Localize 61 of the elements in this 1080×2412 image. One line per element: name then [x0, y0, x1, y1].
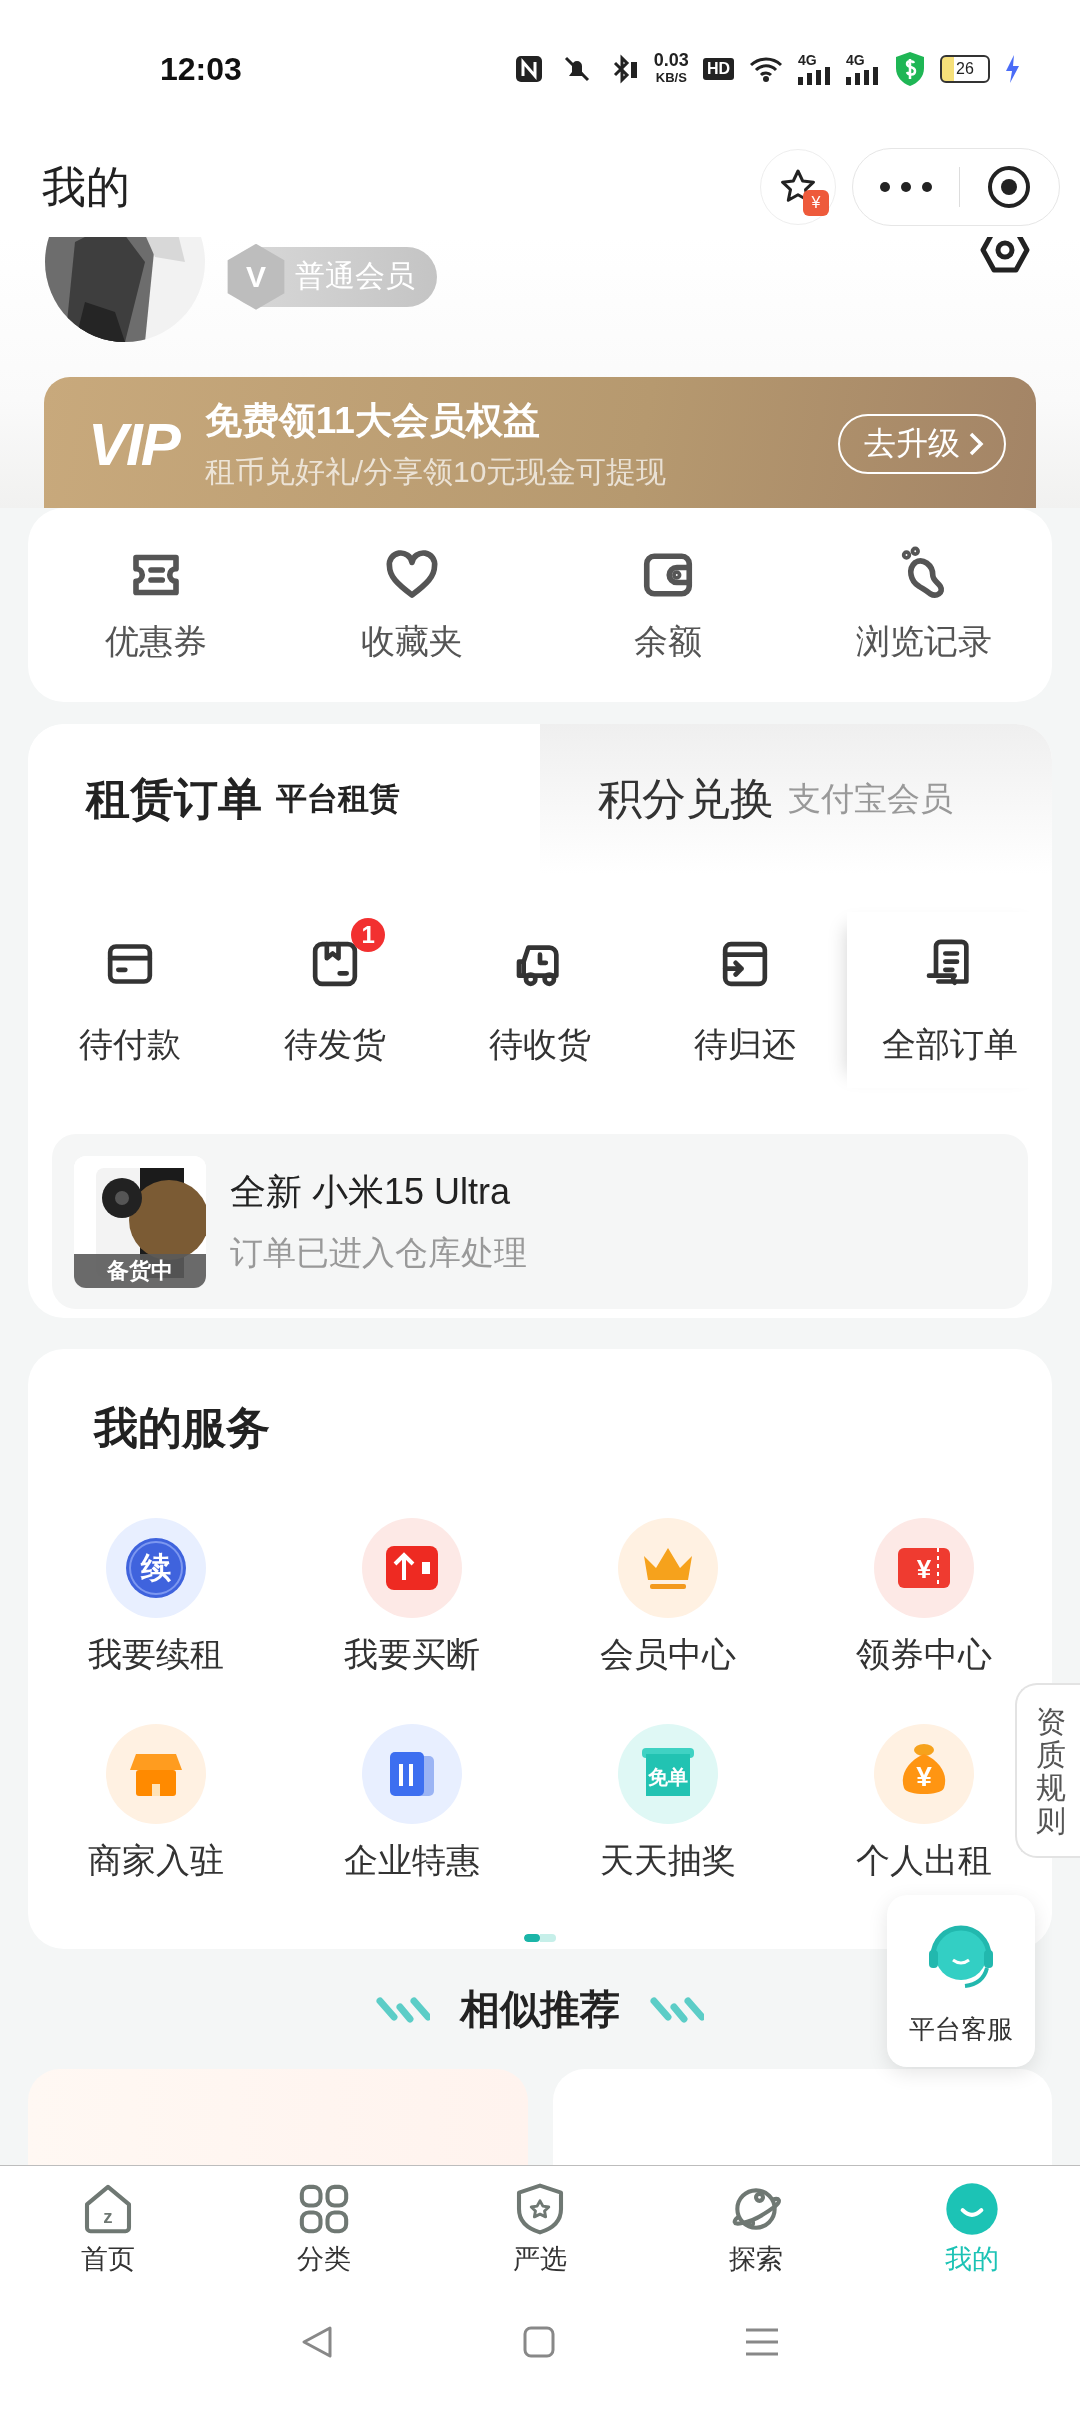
nav-tab[interactable]: 探索 — [648, 2166, 864, 2292]
order-status[interactable]: 待归还 — [642, 912, 848, 1069]
nfc-icon — [513, 54, 544, 85]
clock-time: 12:03 — [160, 50, 242, 88]
section-title: 我的服务 — [94, 1402, 270, 1455]
quick-link[interactable]: 余额 — [540, 545, 796, 666]
service-item[interactable]: 企业特惠 — [344, 1724, 480, 1885]
rules-tab[interactable]: 资质规则 — [1015, 1683, 1080, 1858]
charging-icon — [1004, 54, 1020, 85]
merchant-icon — [106, 1724, 206, 1825]
vip-logo: VIP — [88, 409, 179, 479]
order-status[interactable]: 全部订单 — [847, 912, 1052, 1089]
settings-icon[interactable] — [980, 236, 1030, 275]
service-item[interactable]: 商家入驻 — [88, 1724, 224, 1885]
coupon-icon: ¥ — [874, 1518, 974, 1619]
yuan-badge: ¥ — [803, 190, 829, 217]
order-status[interactable]: 待收货 — [437, 912, 643, 1069]
service-item[interactable]: 我要买断 — [344, 1518, 480, 1679]
service-item[interactable]: ¥ 领券中心 — [856, 1518, 992, 1679]
network-speed: 0.03 KB/S — [653, 52, 689, 87]
signal-indicator: 4G — [798, 53, 832, 86]
more-icon[interactable] — [878, 181, 933, 194]
member-icon — [618, 1518, 718, 1619]
lottery-icon: 免单 — [618, 1724, 718, 1825]
order-status-text: 订单已进入仓库处理 — [230, 1232, 527, 1273]
status-tag: 备货中 — [74, 1253, 206, 1288]
service-item[interactable]: ¥ 个人出租 — [856, 1724, 992, 1885]
quick-link[interactable]: 浏览记录 — [796, 545, 1052, 666]
service-item[interactable]: 会员中心 — [600, 1518, 736, 1679]
me-icon — [944, 2180, 1000, 2237]
order-status[interactable]: 1 待发货 — [232, 912, 438, 1069]
buyout-icon — [362, 1518, 462, 1619]
page-indicator — [524, 1934, 556, 1943]
banner-subtitle: 租币兑好礼/分享领10元现金可提现 — [204, 453, 667, 490]
latest-order-card[interactable]: 备货中 全新 小米15 Ultra 订单已进入仓库处理 — [52, 1134, 1028, 1310]
nav-tab[interactable]: 严选 — [432, 2166, 648, 2292]
nav-tab[interactable]: 分类 — [216, 2166, 432, 2292]
shield-icon — [894, 51, 926, 88]
home-button-icon[interactable] — [523, 2325, 555, 2358]
quick-link[interactable]: 收藏夹 — [284, 545, 540, 666]
product-name: 全新 小米15 Ultra — [230, 1169, 512, 1214]
hd-badge: HD — [702, 58, 734, 81]
order-status[interactable]: 待付款 — [28, 912, 233, 1069]
decoration-icon — [650, 1996, 704, 2023]
recent-apps-icon[interactable] — [745, 2326, 779, 2357]
signal-indicator: 4G — [846, 53, 880, 86]
decoration-icon — [376, 1996, 430, 2023]
service-item[interactable]: 免单 天天抽奖 — [600, 1724, 736, 1885]
service-item[interactable]: 续 我要续租 — [88, 1518, 224, 1679]
customer-service-button[interactable]: 平台客服 — [887, 1895, 1035, 2067]
enterprise-icon — [362, 1724, 462, 1825]
quick-link[interactable]: 优惠券 — [28, 545, 284, 666]
chevron-icon — [968, 431, 984, 458]
battery-indicator: 26 — [940, 55, 990, 84]
renew-icon: 续 — [106, 1518, 206, 1619]
back-icon[interactable] — [301, 2324, 333, 2359]
page-title: 我的 — [42, 160, 130, 213]
section-title: 相似推荐 — [460, 1986, 620, 2034]
count-badge: 1 — [351, 918, 386, 953]
banner-title: 免费领11大会员权益 — [204, 398, 541, 443]
nav-tab[interactable]: z 首页 — [0, 2166, 216, 2292]
